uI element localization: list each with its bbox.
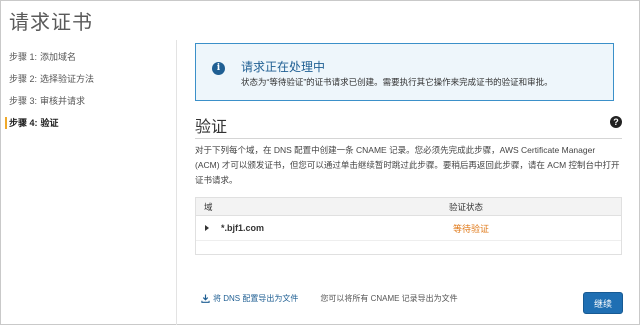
validation-table: 域 验证状态 *.bjf1.com 等待验证 [195,197,622,255]
step-number: 步骤 2: [9,74,38,84]
step-number: 步骤 3: [9,96,38,106]
divider [195,138,622,139]
export-note: 您可以将所有 CNAME 记录导出为文件 [320,294,458,303]
domain-cell: *.bjf1.com [221,223,265,233]
step-4-active: 步骤 4: 验证 [9,112,169,134]
steps-nav: 步骤 1: 添加域名 步骤 2: 选择验证方法 步骤 3: 审核并请求 步骤 4… [9,46,169,134]
info-alert: i 请求正在处理中 状态为“等待验证”的证书请求已创建。需要执行其它操作来完成证… [195,43,614,101]
column-header-status: 验证状态 [449,201,484,212]
info-icon: i [212,62,225,75]
expand-triangle-icon[interactable] [205,225,209,231]
export-dns-link[interactable]: 将 DNS 配置导出为文件 [213,293,298,304]
table-row[interactable]: *.bjf1.com 等待验证 [196,216,621,241]
help-icon[interactable]: ? [610,116,622,128]
step-2[interactable]: 步骤 2: 选择验证方法 [9,68,169,90]
step-label: 选择验证方法 [40,74,95,84]
step-label: 添加域名 [40,52,77,62]
table-footer [196,241,621,254]
step-label: 审核并请求 [40,96,86,106]
info-title: 请求正在处理中 [241,60,326,74]
section-description: 对于下列每个域，在 DNS 配置中创建一条 CNAME 记录。您必须先完成此步骤… [195,145,620,185]
step-number: 步骤 4: [9,118,38,128]
continue-button[interactable]: 继续 [583,292,623,314]
step-3[interactable]: 步骤 3: 审核并请求 [9,90,169,112]
step-1[interactable]: 步骤 1: 添加域名 [9,46,169,68]
info-text: 状态为“等待验证”的证书请求已创建。需要执行其它操作来完成证书的验证和审批。 [241,77,553,87]
column-header-domain: 域 [204,201,213,212]
page-title: 请求证书 [9,12,93,34]
main-panel: i 请求正在处理中 状态为“等待验证”的证书请求已创建。需要执行其它操作来完成证… [176,40,636,325]
section-title: 验证 [195,119,228,136]
step-label: 验证 [40,118,59,128]
table-header: 域 验证状态 [196,198,621,216]
status-cell: 等待验证 [453,223,490,234]
download-icon [201,294,210,303]
export-row: 将 DNS 配置导出为文件 您可以将所有 CNAME 记录导出为文件 [201,293,458,304]
step-number: 步骤 1: [9,52,38,62]
